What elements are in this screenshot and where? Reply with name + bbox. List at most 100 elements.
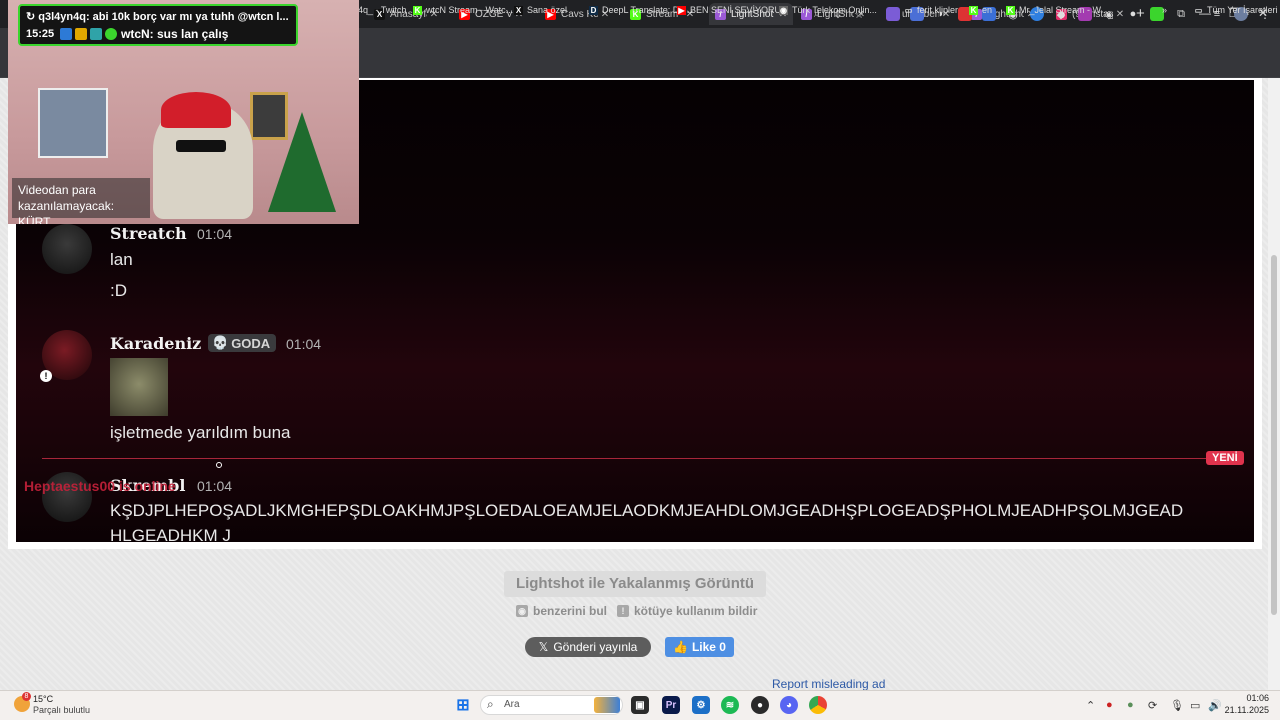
bookmark-item[interactable]: K Mr_Jelal Stream - W...	[1006, 5, 1108, 15]
message-text: KŞDJPLHEPOŞADLJKMGHEPŞDLOAKHMJPŞLOEDALOE…	[110, 501, 1184, 520]
bookmark-item[interactable]: ◉ Türk Telekom Onlin...	[779, 5, 877, 15]
badge-icon	[90, 28, 102, 40]
sunglasses-icon	[176, 140, 226, 152]
role-badge: 💀 GODA	[208, 334, 277, 352]
weather-desc[interactable]: Parçalı bulutlu	[33, 705, 90, 715]
message-text: :D	[110, 281, 127, 300]
bookmark-label: Sana özel	[527, 5, 568, 15]
weather-temp[interactable]: 15°C	[33, 694, 53, 704]
overlay-chat-line: wtcN: sus lan çalış	[121, 27, 229, 41]
report-abuse-label: kötüye kullanım bildir	[634, 604, 758, 618]
overlay-caption-line: kazanılamayacak: KÜRT	[18, 199, 115, 224]
chrome-icon[interactable]	[809, 696, 827, 714]
badge-icon	[60, 28, 72, 40]
avatar	[42, 224, 92, 274]
tray-overflow-icon[interactable]: ⌃	[1086, 699, 1095, 712]
tray-app-icon[interactable]: ●	[1106, 699, 1113, 711]
overlay-chat-line: ↻ q3l4yn4q: abi 10k borç var mı ya tuhh …	[26, 11, 289, 23]
bookmark-item[interactable]: 4q_ - Twitch	[358, 5, 406, 15]
message-text: HLGEADHKM J	[110, 526, 231, 542]
username: Karadeniz	[110, 334, 202, 353]
find-similar-link[interactable]: ◉ benzerini bul	[516, 604, 607, 618]
username: Streatch	[110, 224, 187, 243]
camera-icon: ◉	[516, 605, 528, 617]
thumbs-up-icon: 👍	[673, 640, 688, 654]
premiere-pro-icon[interactable]: Pr	[662, 696, 680, 714]
bookmark-label: Türk Telekom Onlin...	[792, 5, 877, 15]
post-on-x-button[interactable]: 𝕏 Gönderi yayınla	[525, 637, 651, 657]
bookmark-favicon-icon: ▶	[677, 5, 686, 15]
microphone-icon[interactable]: 🎙	[1170, 699, 1184, 712]
new-messages-divider	[42, 458, 1232, 459]
attached-image[interactable]	[110, 358, 168, 416]
spotify-icon[interactable]: ≋	[721, 696, 739, 714]
new-messages-badge: YENİ	[1206, 451, 1244, 465]
verified-badge-icon	[105, 28, 117, 40]
network-icon[interactable]: ▭	[1190, 699, 1200, 712]
bookmark-label: wtcN Stream - Watc...	[426, 5, 514, 15]
task-view-icon[interactable]: ▣	[631, 696, 649, 714]
christmas-tree-icon	[268, 112, 336, 212]
like-button-label: Like 0	[691, 640, 726, 654]
online-notice: Heptaestus00 is online	[24, 478, 176, 494]
bookmark-item[interactable]: ▭ ferit klipler	[904, 5, 958, 15]
bookmark-item[interactable]: ▭ Tüm Yer İşaretleri	[1194, 5, 1278, 15]
scrollbar-thumb[interactable]	[1271, 255, 1277, 615]
bookmark-favicon-icon: K	[413, 5, 422, 15]
search-highlight-icon	[594, 697, 620, 713]
bookmark-favicon-icon: ▭	[904, 5, 913, 15]
bookmark-item[interactable]: Ken	[969, 5, 992, 15]
discord-icon[interactable]: ◕	[780, 696, 798, 714]
timestamp: 01:04	[197, 478, 233, 494]
bookmark-favicon-icon: X	[514, 5, 523, 15]
post-button-label: Gönderi yayınla	[553, 640, 638, 654]
bookmark-label: Mr_Jelal Stream - W...	[1019, 5, 1109, 15]
stream-overlay: ↻ q3l4yn4q: abi 10k borç var mı ya tuhh …	[8, 0, 359, 224]
taskbar-search-placeholder: Ara	[504, 699, 520, 710]
timestamp: 01:04	[286, 336, 322, 352]
bookmarks-overflow-icon[interactable]: »	[1162, 5, 1167, 15]
crown-badge-icon	[75, 28, 87, 40]
bookmark-favicon-icon: K	[969, 5, 978, 15]
page-title: Lightshot ile Yakalanmış Görüntü	[515, 575, 755, 592]
overlay-caption: Videodan para kazanılamayacak: KÜRT	[12, 178, 150, 224]
tray-app-icon[interactable]: ●	[1127, 699, 1134, 711]
bookmark-label: ferit klipler	[917, 5, 959, 15]
bookmark-label: BEN SENİ SEVİYORU...	[690, 5, 789, 15]
message-text: işletmede yarıldım buna	[110, 423, 291, 442]
extension-icon[interactable]: ●	[1126, 7, 1140, 21]
extensions-puzzle-icon[interactable]: ⧉	[1174, 7, 1188, 21]
bookmark-item[interactable]: KwtcN Stream - Watc...	[413, 5, 513, 15]
extension-icon[interactable]	[886, 7, 900, 21]
report-icon: !	[617, 605, 629, 617]
facebook-like-button[interactable]: 👍 Like 0	[665, 637, 734, 657]
overlay-time: 15:25	[26, 28, 55, 40]
settings-gear-icon[interactable]: ⚙	[692, 696, 710, 714]
windows-start-icon[interactable]: ⊞	[454, 696, 472, 714]
bookmark-item[interactable]: X Sana özel	[514, 5, 567, 15]
wall-photo	[38, 88, 108, 158]
message-text: lan	[110, 250, 133, 269]
volume-icon[interactable]: 🔊	[1208, 699, 1222, 712]
bookmark-label: 4q_ - Twitch	[358, 5, 407, 15]
bookmark-label: en	[982, 5, 993, 15]
sync-icon[interactable]: ⟳	[1148, 699, 1157, 712]
app-icon[interactable]: ●	[751, 696, 769, 714]
report-ad-link[interactable]: Report misleading ad	[772, 677, 885, 691]
overlay-chat-box: ↻ q3l4yn4q: abi 10k borç var mı ya tuhh …	[18, 4, 298, 46]
x-logo-icon: 𝕏	[538, 640, 549, 654]
bookmark-favicon-icon: D	[589, 5, 598, 15]
bookmark-item[interactable]: ▶ BEN SENİ SEVİYORU...	[677, 5, 789, 15]
santa-hat-icon	[161, 92, 231, 128]
search-icon: ⌕	[487, 697, 494, 711]
clock-time[interactable]: 01:06	[1229, 693, 1269, 703]
cursor-icon	[216, 462, 222, 468]
clock-date[interactable]: 21.11.2025	[1224, 705, 1269, 715]
skull-icon: 💀	[212, 335, 229, 350]
find-similar-label: benzerini bul	[533, 604, 608, 618]
report-abuse-link[interactable]: ! kötüye kullanım bildir	[617, 604, 757, 618]
timestamp: 01:04	[197, 226, 233, 242]
bookmark-favicon-icon: K	[1006, 5, 1015, 15]
bookmark-favicon-icon: ▭	[1194, 5, 1203, 15]
role-label: GODA	[231, 335, 271, 351]
